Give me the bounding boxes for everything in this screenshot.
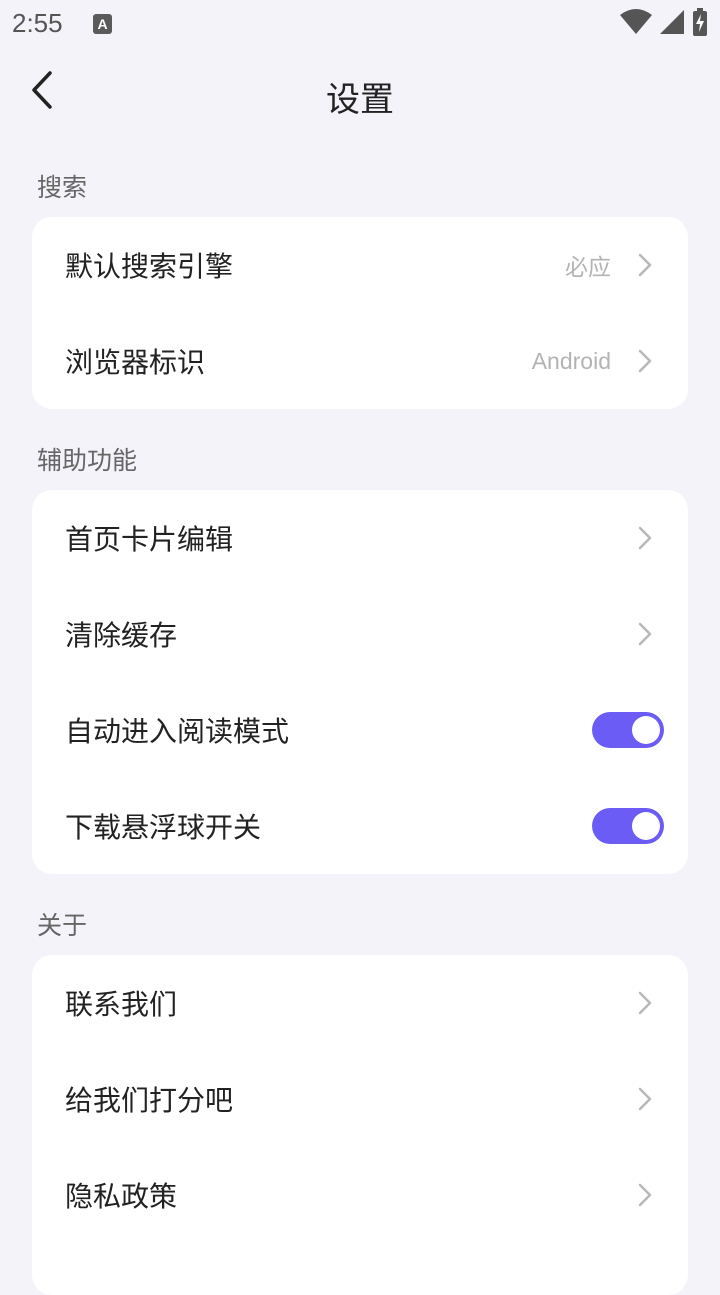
toggle-knob: [632, 716, 660, 744]
row-label: 默认搜索引擎: [65, 250, 234, 283]
row-label: 下载悬浮球开关: [65, 811, 262, 844]
section-label-about: 关于: [37, 911, 88, 940]
section-label-search: 搜索: [37, 173, 88, 202]
row-value: 必应: [565, 254, 611, 280]
section-label-assist: 辅助功能: [37, 446, 138, 475]
signal-icon: [660, 9, 684, 39]
row-privacy-policy[interactable]: 隐私政策: [32, 1147, 688, 1243]
chevron-right-icon: [636, 621, 654, 647]
chevron-right-icon: [636, 1086, 654, 1112]
chevron-right-icon: [636, 252, 654, 278]
toggle-knob: [632, 812, 660, 840]
row-label: 自动进入阅读模式: [65, 715, 290, 748]
status-time: 2:55: [12, 8, 63, 38]
status-bar: 2:55 A: [0, 0, 720, 50]
top-bar: 设置: [0, 50, 720, 140]
row-home-card-edit[interactable]: 首页卡片编辑: [32, 490, 688, 586]
row-download-float-ball: 下载悬浮球开关: [32, 778, 688, 874]
status-icons: [620, 8, 708, 40]
row-label: 清除缓存: [65, 619, 178, 652]
chevron-right-icon: [636, 990, 654, 1016]
row-browser-ua[interactable]: 浏览器标识 Android: [32, 313, 688, 409]
chevron-right-icon: [636, 525, 654, 551]
float-ball-toggle[interactable]: [592, 808, 664, 844]
wifi-icon: [620, 9, 652, 39]
reader-mode-toggle[interactable]: [592, 712, 664, 748]
card-search: 默认搜索引擎 必应 浏览器标识 Android: [32, 217, 688, 409]
row-label: 浏览器标识: [65, 346, 206, 379]
row-value: Android: [531, 347, 611, 374]
chevron-right-icon: [636, 348, 654, 374]
row-label: 给我们打分吧: [65, 1084, 234, 1117]
row-contact-us[interactable]: 联系我们: [32, 955, 688, 1051]
battery-charging-icon: [692, 8, 708, 40]
card-assist: 首页卡片编辑 清除缓存 自动进入阅读模式 下载悬浮球开关: [32, 490, 688, 874]
row-default-search-engine[interactable]: 默认搜索引擎 必应: [32, 217, 688, 313]
row-auto-reader-mode: 自动进入阅读模式: [32, 682, 688, 778]
chevron-right-icon: [636, 1182, 654, 1208]
page-title: 设置: [326, 80, 394, 120]
row-clear-cache[interactable]: 清除缓存: [32, 586, 688, 682]
notification-a-icon: A: [93, 14, 112, 34]
row-label: 联系我们: [65, 988, 178, 1021]
card-about: 联系我们 给我们打分吧 隐私政策: [32, 955, 688, 1295]
row-label: 隐私政策: [65, 1180, 178, 1213]
row-label: 首页卡片编辑: [65, 523, 234, 556]
row-rate-us[interactable]: 给我们打分吧: [32, 1051, 688, 1147]
